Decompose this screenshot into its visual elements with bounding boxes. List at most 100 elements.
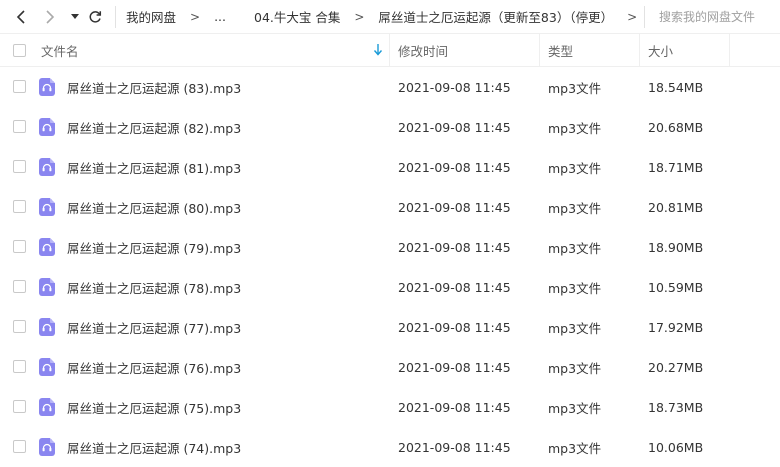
file-modified: 2021-09-08 11:45 bbox=[398, 119, 511, 135]
audio-file-icon bbox=[39, 358, 55, 376]
file-name[interactable]: 屌丝道士之厄运起源 (75).mp3 bbox=[67, 387, 241, 427]
file-modified: 2021-09-08 11:45 bbox=[398, 239, 511, 255]
search-input[interactable] bbox=[646, 4, 780, 29]
row-checkbox[interactable] bbox=[13, 280, 26, 293]
file-type: mp3文件 bbox=[548, 280, 602, 296]
row-checkbox[interactable] bbox=[13, 320, 26, 333]
breadcrumb-separator[interactable]: > bbox=[627, 10, 637, 24]
table-row[interactable]: 屌丝道士之厄运起源 (83).mp3 2021-09-08 11:45 mp3文… bbox=[0, 67, 780, 107]
file-size: 18.73MB bbox=[648, 399, 704, 415]
column-modified-label: 修改时间 bbox=[398, 43, 449, 59]
forward-button[interactable] bbox=[39, 6, 61, 28]
file-name[interactable]: 屌丝道士之厄运起源 (82).mp3 bbox=[67, 107, 241, 147]
column-header-name[interactable]: 文件名 bbox=[41, 34, 389, 66]
file-size: 10.06MB bbox=[648, 439, 704, 455]
refresh-icon bbox=[89, 11, 102, 23]
toolbar: 我的网盘 > ... 04.牛大宝 合集 > 屌丝道士之厄运起源（更新至83）（… bbox=[0, 0, 780, 33]
column-header-modified[interactable]: 修改时间 bbox=[398, 34, 448, 66]
file-name[interactable]: 屌丝道士之厄运起源 (80).mp3 bbox=[67, 187, 241, 227]
table-row[interactable]: 屌丝道士之厄运起源 (74).mp3 2021-09-08 11:45 mp3文… bbox=[0, 427, 780, 467]
row-checkbox[interactable] bbox=[13, 240, 26, 253]
file-modified: 2021-09-08 11:45 bbox=[398, 319, 511, 335]
column-resize-handle[interactable] bbox=[729, 34, 730, 66]
table-row[interactable]: 屌丝道士之厄运起源 (79).mp3 2021-09-08 11:45 mp3文… bbox=[0, 227, 780, 267]
file-name[interactable]: 屌丝道士之厄运起源 (77).mp3 bbox=[67, 307, 241, 347]
column-header-size[interactable]: 大小 bbox=[648, 34, 673, 66]
row-checkbox[interactable] bbox=[13, 160, 26, 173]
audio-file-icon bbox=[39, 78, 55, 96]
row-checkbox[interactable] bbox=[13, 360, 26, 373]
file-type: mp3文件 bbox=[548, 320, 602, 336]
column-header-type[interactable]: 类型 bbox=[548, 34, 573, 66]
file-size: 18.90MB bbox=[648, 239, 704, 255]
back-button[interactable] bbox=[10, 6, 32, 28]
file-type: mp3文件 bbox=[548, 240, 602, 256]
column-resize-handle[interactable] bbox=[639, 34, 640, 66]
refresh-button[interactable] bbox=[84, 6, 106, 28]
column-resize-handle[interactable] bbox=[539, 34, 540, 66]
row-checkbox[interactable] bbox=[13, 400, 26, 413]
history-dropdown-button[interactable] bbox=[64, 6, 86, 28]
breadcrumb-folder-collection[interactable]: 04.牛大宝 合集 bbox=[254, 7, 340, 26]
file-size: 20.81MB bbox=[648, 199, 704, 215]
audio-file-icon bbox=[39, 318, 55, 336]
caret-down-icon bbox=[71, 14, 79, 19]
sort-down-arrow-icon bbox=[373, 44, 383, 56]
file-name[interactable]: 屌丝道士之厄运起源 (76).mp3 bbox=[67, 347, 241, 387]
audio-file-icon bbox=[39, 158, 55, 176]
file-type: mp3文件 bbox=[548, 120, 602, 136]
breadcrumb-separator: > bbox=[354, 9, 365, 24]
file-type: mp3文件 bbox=[548, 200, 602, 216]
select-all bbox=[13, 34, 26, 66]
column-name-label: 文件名 bbox=[41, 43, 79, 59]
breadcrumb-current-folder[interactable]: 屌丝道士之厄运起源（更新至83）（停更） bbox=[378, 7, 613, 26]
file-modified: 2021-09-08 11:45 bbox=[398, 199, 511, 215]
search-divider bbox=[644, 6, 645, 28]
file-type: mp3文件 bbox=[548, 160, 602, 176]
audio-file-icon bbox=[39, 398, 55, 416]
column-size-label: 大小 bbox=[648, 43, 674, 59]
breadcrumb-root[interactable]: 我的网盘 bbox=[126, 7, 176, 26]
chevron-left-icon bbox=[16, 10, 25, 24]
audio-file-icon bbox=[39, 198, 55, 216]
file-name[interactable]: 屌丝道士之厄运起源 (74).mp3 bbox=[67, 427, 241, 467]
file-name[interactable]: 屌丝道士之厄运起源 (83).mp3 bbox=[67, 67, 241, 107]
audio-file-icon bbox=[39, 118, 55, 136]
file-size: 20.68MB bbox=[648, 119, 704, 135]
file-type: mp3文件 bbox=[548, 440, 602, 456]
file-modified: 2021-09-08 11:45 bbox=[398, 359, 511, 375]
row-checkbox[interactable] bbox=[13, 80, 26, 93]
chevron-right-icon bbox=[46, 10, 55, 24]
column-resize-handle[interactable] bbox=[389, 34, 390, 66]
file-name[interactable]: 屌丝道士之厄运起源 (78).mp3 bbox=[67, 267, 241, 307]
file-type: mp3文件 bbox=[548, 360, 602, 376]
table-row[interactable]: 屌丝道士之厄运起源 (81).mp3 2021-09-08 11:45 mp3文… bbox=[0, 147, 780, 187]
row-checkbox[interactable] bbox=[13, 440, 26, 453]
row-checkbox[interactable] bbox=[13, 120, 26, 133]
table-row[interactable]: 屌丝道士之厄运起源 (82).mp3 2021-09-08 11:45 mp3文… bbox=[0, 107, 780, 147]
file-size: 20.27MB bbox=[648, 359, 704, 375]
table-row[interactable]: 屌丝道士之厄运起源 (76).mp3 2021-09-08 11:45 mp3文… bbox=[0, 347, 780, 387]
file-list: 屌丝道士之厄运起源 (83).mp3 2021-09-08 11:45 mp3文… bbox=[0, 67, 780, 467]
table-row[interactable]: 屌丝道士之厄运起源 (78).mp3 2021-09-08 11:45 mp3文… bbox=[0, 267, 780, 307]
file-name[interactable]: 屌丝道士之厄运起源 (79).mp3 bbox=[67, 227, 241, 267]
breadcrumb: 我的网盘 > ... 04.牛大宝 合集 > 屌丝道士之厄运起源（更新至83）（… bbox=[126, 0, 651, 33]
breadcrumb-separator: > bbox=[190, 9, 201, 24]
file-name[interactable]: 屌丝道士之厄运起源 (81).mp3 bbox=[67, 147, 241, 187]
file-size: 10.59MB bbox=[648, 279, 704, 295]
file-modified: 2021-09-08 11:45 bbox=[398, 279, 511, 295]
table-row[interactable]: 屌丝道士之厄运起源 (75).mp3 2021-09-08 11:45 mp3文… bbox=[0, 387, 780, 427]
table-row[interactable]: 屌丝道士之厄运起源 (77).mp3 2021-09-08 11:45 mp3文… bbox=[0, 307, 780, 347]
table-row[interactable]: 屌丝道士之厄运起源 (80).mp3 2021-09-08 11:45 mp3文… bbox=[0, 187, 780, 227]
file-type: mp3文件 bbox=[548, 400, 602, 416]
file-type: mp3文件 bbox=[548, 80, 602, 96]
file-size: 17.92MB bbox=[648, 319, 704, 335]
file-modified: 2021-09-08 11:45 bbox=[398, 159, 511, 175]
file-size: 18.71MB bbox=[648, 159, 704, 175]
row-checkbox[interactable] bbox=[13, 200, 26, 213]
select-all-checkbox[interactable] bbox=[13, 43, 26, 57]
file-modified: 2021-09-08 11:45 bbox=[398, 399, 511, 415]
breadcrumb-ellipsis[interactable]: ... bbox=[214, 9, 226, 24]
audio-file-icon bbox=[39, 278, 55, 296]
file-size: 18.54MB bbox=[648, 79, 704, 95]
